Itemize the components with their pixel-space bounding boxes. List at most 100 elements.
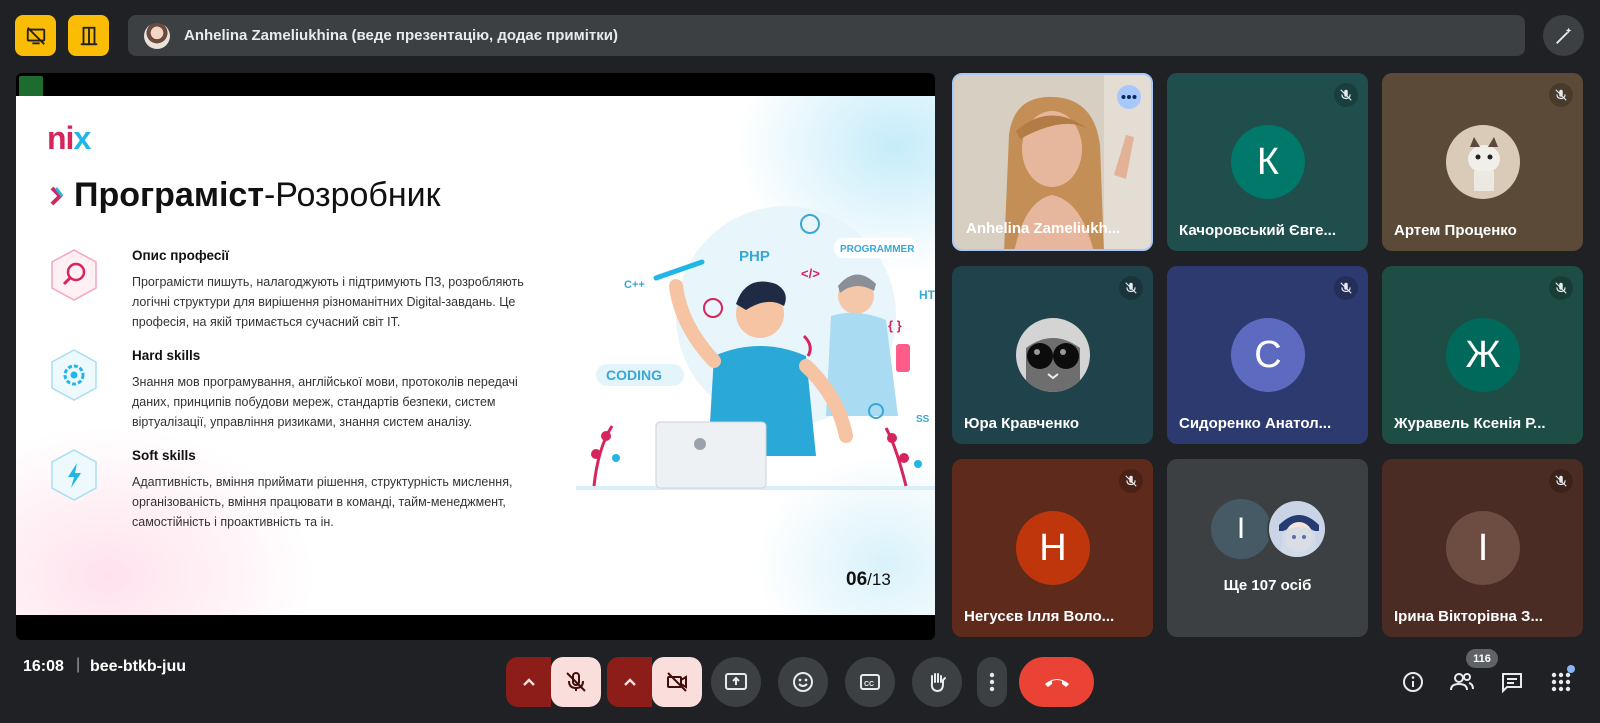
participant-tile[interactable]: К Качоровський Євге...	[1167, 73, 1368, 251]
notification-dot	[1567, 665, 1575, 673]
door-icon	[80, 26, 97, 45]
section-heading: Hard skills	[132, 348, 201, 363]
more-options-button[interactable]	[1117, 85, 1141, 109]
php-label: PHP	[739, 248, 770, 265]
meeting-clock: 16:08	[23, 658, 64, 675]
slide: nix Програміст -Розробник Опис професії П…	[16, 96, 935, 615]
chevron-right-icon	[50, 186, 64, 205]
participant-name: Юра Кравченко	[964, 415, 1080, 432]
section-heading: Опис професії	[132, 248, 229, 263]
more-vertical-icon	[989, 672, 995, 692]
call-end-icon	[1044, 679, 1069, 687]
toggle-mic-button[interactable]	[551, 657, 601, 707]
avatar: Ж	[1446, 318, 1520, 392]
mic-off-icon	[1334, 276, 1358, 300]
presenter-label: Anhelina Zameliukhina (веде презентацію,…	[184, 27, 618, 44]
participant-tile-presenter[interactable]: Anhelina Zameliukh...	[952, 73, 1153, 251]
emoji-icon	[793, 672, 813, 692]
html-label: HT	[919, 288, 935, 302]
participant-name: Сидоренко Анатол...	[1179, 415, 1332, 432]
slide-title: Програміст -Розробник	[50, 176, 441, 215]
braces-label: { }	[888, 318, 902, 333]
hide-presentation-button[interactable]	[15, 15, 56, 56]
meeting-code: bee-btkb-juu	[90, 658, 186, 675]
presentation-off-icon	[26, 26, 45, 45]
section-text: Адаптивність, вміння приймати рішення, с…	[132, 475, 513, 529]
avatar: С	[1231, 318, 1305, 392]
section-profession: Опис професії Програмісти пишуть, налаго…	[50, 248, 570, 338]
participant-tile[interactable]: С Сидоренко Анатол...	[1167, 266, 1368, 444]
toggle-camera-button[interactable]	[652, 657, 702, 707]
programmer-label: PROGRAMMER	[840, 244, 915, 255]
raise-hand-button[interactable]	[912, 657, 962, 707]
mic-control	[506, 657, 601, 707]
section-heading: Soft skills	[132, 448, 196, 463]
mic-off-icon	[1119, 276, 1143, 300]
presentation-layout-button[interactable]	[68, 15, 109, 56]
coding-label: CODING	[606, 367, 662, 383]
participant-name: Журавель Ксенія Р...	[1394, 415, 1546, 432]
mic-off-icon	[1549, 276, 1573, 300]
camera-control	[607, 657, 702, 707]
info-icon	[1403, 672, 1423, 692]
participant-tile[interactable]: Юра Кравченко	[952, 266, 1153, 444]
separator: |	[76, 656, 81, 673]
participant-tile[interactable]: Н Негусєв Ілля Воло...	[952, 459, 1153, 637]
gear-icon	[51, 349, 97, 401]
nix-logo: nix	[47, 120, 91, 156]
avatar	[1446, 125, 1520, 199]
participant-name: Качоровський Євге...	[1179, 222, 1337, 239]
others-count-label: Ще 107 осіб	[1223, 577, 1312, 594]
presentation-stage[interactable]: nix Програміст -Розробник Опис професії П…	[16, 73, 935, 640]
chat-icon	[1502, 673, 1522, 694]
others-tile[interactable]: І Ще 107 осіб	[1167, 459, 1368, 637]
leave-call-button[interactable]	[1019, 657, 1094, 707]
section-text: Знання мов програмування, англійської мо…	[132, 375, 518, 429]
section-soft-skills: Soft skills Адаптивність, вміння приймат…	[50, 448, 570, 538]
mic-off-icon	[1549, 83, 1573, 107]
video-settings-button[interactable]	[607, 657, 652, 707]
presentation-indicator-icon	[19, 76, 43, 98]
present-screen-button[interactable]	[711, 657, 761, 707]
presenter-banner: Anhelina Zameliukhina (веде презентацію,…	[128, 15, 1525, 56]
chevron-up-icon	[623, 678, 636, 686]
chevron-up-icon	[522, 678, 535, 686]
mic-off-icon	[1549, 469, 1573, 493]
lock-search-icon	[51, 249, 97, 301]
participant-tile[interactable]: Артем Проценко	[1382, 73, 1583, 251]
css-label: SS	[916, 414, 930, 425]
avatar	[1016, 318, 1090, 392]
meeting-details-button[interactable]	[1397, 666, 1429, 698]
participant-tile[interactable]: І Ірина Вікторівна З...	[1382, 459, 1583, 637]
camera-off-icon	[667, 672, 687, 692]
reactions-button[interactable]	[778, 657, 828, 707]
avatar: К	[1231, 125, 1305, 199]
mic-off-icon	[1119, 469, 1143, 493]
tag-label: </>	[801, 266, 820, 281]
present-to-all-icon	[725, 673, 747, 690]
chat-button[interactable]	[1496, 666, 1528, 698]
avatar	[144, 22, 170, 49]
svg-text:CC: CC	[864, 681, 874, 688]
more-options-button[interactable]	[977, 657, 1007, 707]
avatar	[1267, 499, 1327, 559]
mic-off-icon	[1334, 83, 1358, 107]
section-hard-skills: Hard skills Знання мов програмування, ан…	[50, 348, 570, 438]
more-horizontal-icon	[1121, 95, 1137, 99]
hand-icon	[930, 673, 946, 693]
annotate-button[interactable]	[1543, 15, 1584, 56]
people-icon	[1450, 673, 1474, 691]
magic-pen-icon	[1555, 27, 1571, 44]
people-button[interactable]	[1446, 666, 1478, 698]
top-bar: Anhelina Zameliukhina (веде презентацію,…	[0, 0, 1600, 70]
participant-tile[interactable]: Ж Журавель Ксенія Р...	[1382, 266, 1583, 444]
audio-settings-button[interactable]	[506, 657, 551, 707]
apps-grid-icon	[1551, 672, 1571, 692]
captions-button[interactable]: CC	[845, 657, 895, 707]
programmer-illustration: CODING PHP PROGRAMMER C++ </> { } HT SS	[576, 206, 935, 490]
participant-name: Ірина Вікторівна З...	[1394, 608, 1543, 625]
avatar: І	[1446, 511, 1520, 585]
avatar: І	[1211, 499, 1271, 559]
avatar: Н	[1016, 511, 1090, 585]
mic-off-icon	[566, 672, 586, 692]
